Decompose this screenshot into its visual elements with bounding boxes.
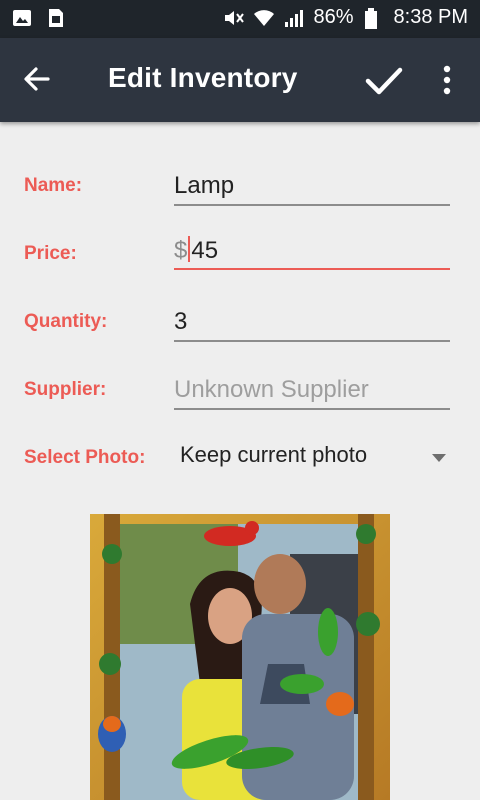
page-title: Edit Inventory bbox=[108, 62, 298, 93]
supplier-placeholder: Unknown Supplier bbox=[174, 376, 369, 403]
name-field[interactable]: Lamp bbox=[174, 164, 450, 206]
battery-icon bbox=[364, 7, 384, 29]
checkmark-icon[interactable] bbox=[364, 60, 404, 100]
sim-icon bbox=[46, 8, 66, 28]
supplier-field[interactable]: Unknown Supplier bbox=[174, 368, 450, 410]
battery-percent: 86% bbox=[313, 6, 354, 28]
quantity-field[interactable]: 3 bbox=[174, 300, 450, 342]
photo-spinner-value: Keep current photo bbox=[180, 442, 368, 467]
signal-icon bbox=[283, 8, 304, 28]
price-field[interactable]: $45 bbox=[174, 228, 450, 270]
select-photo-label: Select Photo: bbox=[24, 447, 146, 468]
name-label: Name: bbox=[24, 175, 83, 196]
name-value: Lamp bbox=[174, 172, 235, 199]
price-value: 45 bbox=[191, 237, 219, 264]
back-arrow-icon[interactable] bbox=[20, 62, 54, 96]
clock: 8:38 PM bbox=[393, 6, 468, 28]
item-photo bbox=[90, 514, 390, 800]
dropdown-arrow-icon bbox=[432, 454, 446, 462]
price-label: Price: bbox=[24, 243, 77, 264]
status-bar: 86% 8:38 PM bbox=[0, 0, 480, 38]
app-bar: Edit Inventory bbox=[0, 38, 480, 122]
quantity-label: Quantity: bbox=[24, 311, 108, 332]
mute-icon bbox=[223, 8, 245, 28]
supplier-label: Supplier: bbox=[24, 379, 107, 400]
more-vert-icon[interactable] bbox=[436, 64, 458, 96]
price-prefix: $ bbox=[174, 237, 188, 264]
wifi-icon bbox=[253, 8, 275, 28]
quantity-value: 3 bbox=[174, 308, 188, 335]
photo-spinner[interactable]: Keep current photo bbox=[180, 440, 450, 480]
gallery-icon bbox=[12, 8, 32, 28]
